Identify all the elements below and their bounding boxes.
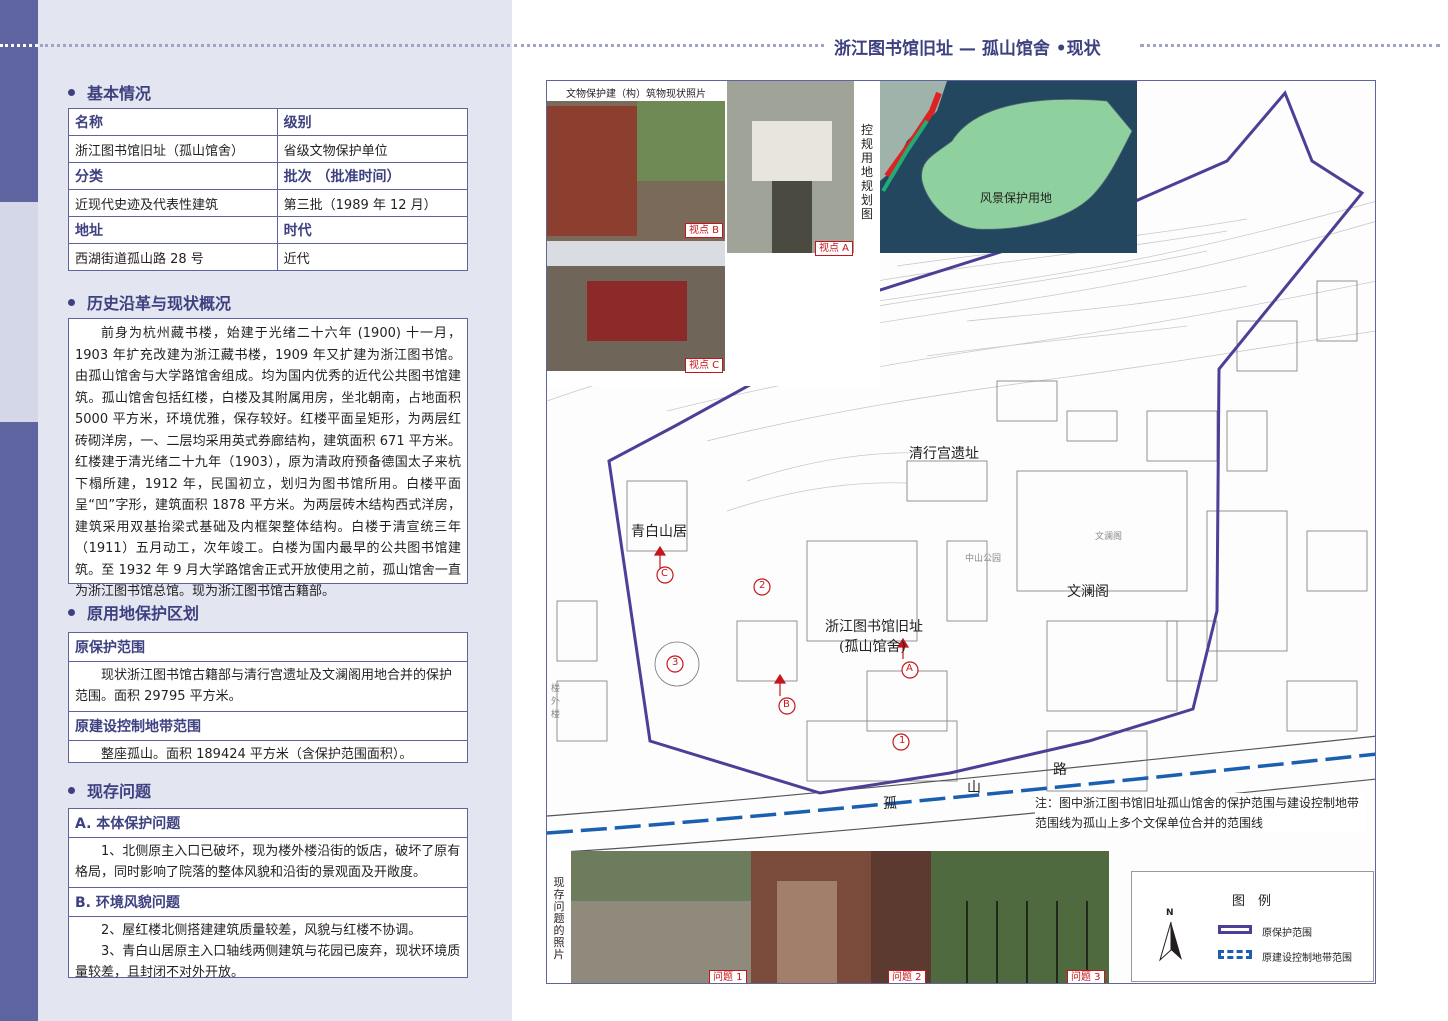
- north-letter: N: [1166, 908, 1174, 918]
- dot-rule-panel: [40, 44, 510, 47]
- section-problems-heading: 现存问题: [68, 778, 151, 802]
- page-title: 浙江图书馆旧址 — 孤山馆舍 •现状: [834, 39, 1101, 59]
- batch-value: 第三批（1989 年 12 月）: [276, 189, 469, 217]
- photo-p2-wall: [777, 881, 837, 983]
- photo-p2-brick: [871, 851, 931, 983]
- marker-a: A: [906, 663, 913, 674]
- name-header: 名称: [68, 108, 278, 136]
- dot-rule-title-right: [1140, 44, 1440, 47]
- bullet-icon: [68, 299, 75, 306]
- section-history-heading: 历史沿革与现状概况: [68, 290, 231, 314]
- problem-a-heading: A. 本体保护问题: [69, 809, 467, 838]
- photo-caption: 文物保护建（构）筑物现状照片: [566, 89, 706, 100]
- basic-info-table: 名称 级别 浙江图书馆旧址（孤山馆舍） 省级文物保护单位 分类 批次 （批准时间） 近…: [68, 108, 469, 271]
- photo-c-sky: [547, 241, 725, 266]
- legend-protection-swatch: [1218, 925, 1252, 934]
- history-box: 前身为杭州藏书楼，始建于光绪二十六年 (1900) 十一月，1903 年扩充改建…: [68, 318, 468, 599]
- problem-photo-label: 现存问题的照片: [553, 876, 565, 961]
- photo-a-facade: [752, 121, 832, 181]
- wenlan-label: 文澜阁: [1067, 584, 1109, 600]
- view-b-label: 视点 B: [685, 223, 724, 238]
- addr-value: 西湖街道孤山路 28 号: [68, 243, 278, 271]
- problem-1-label: 问题 1: [709, 970, 747, 983]
- control-heading: 原建设控制地带范围: [69, 712, 467, 741]
- control-text: 整座孤山。面积 189424 平方米（含保护范围面积）。: [101, 747, 413, 762]
- marker-1: 1: [899, 735, 906, 746]
- small-louwailou-label: 楼外楼: [551, 684, 561, 720]
- legend-control-swatch: [1218, 950, 1252, 959]
- site-label-main: 浙江图书馆旧址: [825, 619, 923, 635]
- era-value: 近代: [276, 243, 469, 271]
- level-header: 级别: [276, 108, 469, 136]
- legend-title: 图 例: [1232, 894, 1272, 909]
- problem-2-label: 问题 2: [888, 970, 926, 983]
- side-strip-top: [0, 0, 38, 202]
- scope-text: 现状浙江图书馆古籍部与清行宫遗址及文澜阁用地合并的保护范围。面积 29795 平…: [69, 662, 467, 712]
- marker-b: B: [783, 699, 790, 710]
- bullet-icon: [68, 609, 75, 616]
- small-zhongshan-label: 中山公园: [965, 554, 1002, 564]
- side-strip-middle: [0, 202, 38, 422]
- problem-b-heading: B. 环境风貌问题: [69, 888, 467, 917]
- site-map: 文物保护建（构）筑物现状照片 视点 B 视点 A 视点 C 控规用地规划图 风景…: [546, 80, 1376, 984]
- legend-protection-label: 原保护范围: [1262, 928, 1312, 939]
- qingbai-label: 青白山居: [631, 524, 687, 540]
- road-label-shan: 山: [967, 780, 981, 796]
- batch-header: 批次 （批准时间）: [276, 162, 469, 190]
- problem-a-text: 1、北侧原主入口已破坏，现为楼外楼沿街的饭店，破坏了原有格局，同时影响了院落的整…: [69, 838, 467, 888]
- table-row: 名称 级别: [68, 108, 469, 136]
- legend-control-label: 原建设控制地带范围: [1262, 953, 1352, 964]
- scenic-label: 风景保护用地: [980, 191, 1053, 205]
- site-label-sub: (孤山馆舍): [839, 639, 906, 655]
- view-a-label: 视点 A: [815, 241, 854, 256]
- name-value: 浙江图书馆旧址（孤山馆舍）: [68, 135, 278, 163]
- level-value: 省级文物保护单位: [276, 135, 469, 163]
- problems-box: A. 本体保护问题 1、北侧原主入口已破坏，现为楼外楼沿街的饭店，破坏了原有格局…: [68, 808, 468, 980]
- marker-circles: [656, 566, 919, 751]
- photo-b-redbrick: [547, 106, 637, 236]
- table-row: 近现代史迹及代表性建筑 第三批（1989 年 12 月）: [68, 189, 469, 217]
- scope-heading: 原保护范围: [69, 633, 467, 662]
- zoning-box: 原保护范围 现状浙江图书馆古籍部与清行宫遗址及文澜阁用地合并的保护范围。面积 2…: [68, 632, 468, 763]
- section-history-title: 历史沿革与现状概况: [87, 294, 232, 313]
- dot-rule-left: [0, 44, 38, 47]
- marker-c: C: [661, 568, 668, 579]
- qinggong-label: 清行宫遗址: [909, 446, 979, 462]
- type-header: 分类: [68, 162, 278, 190]
- table-row: 分类 批次 （批准时间）: [68, 162, 469, 190]
- table-row: 西湖街道孤山路 28 号近代: [68, 243, 469, 271]
- map-note: 注：图中浙江图书馆旧址孤山馆舍的保护范围与建设控制地带范围线为孤山上多个文保单位…: [1035, 793, 1365, 833]
- photo-a-door: [772, 181, 812, 253]
- bullet-icon: [68, 787, 75, 794]
- photo-b-tree: [637, 101, 725, 181]
- problem-b-text-1: 2、屋红楼北侧搭建建筑质量较差，风貌与红楼不协调。: [101, 923, 422, 938]
- table-row: 浙江图书馆旧址（孤山馆舍） 省级文物保护单位: [68, 135, 469, 163]
- north-arrow-icon: [1159, 921, 1182, 962]
- era-header: 时代: [276, 216, 469, 244]
- road-label-lu: 路: [1053, 762, 1067, 778]
- bullet-icon: [68, 89, 75, 96]
- map-legend: 图 例 N 原保护范围 原建设控制地带范围: [1131, 871, 1374, 982]
- section-zoning-title: 原用地保护区划: [87, 604, 200, 623]
- marker-3: 3: [672, 657, 679, 668]
- section-zoning-heading: 原用地保护区划: [68, 600, 199, 624]
- section-basic-title: 基本情况: [87, 84, 152, 103]
- view-c-label: 视点 C: [685, 358, 724, 373]
- small-wenlange-label: 文澜阁: [1095, 532, 1123, 542]
- photo-problem-3: [931, 851, 1109, 983]
- dot-rule-title-left: [514, 44, 824, 47]
- road-label-gu: 孤: [883, 796, 897, 812]
- section-basic-heading: 基本情况: [68, 80, 151, 104]
- side-strip-bottom: [0, 422, 38, 1021]
- addr-header: 地址: [68, 216, 278, 244]
- section-problems-title: 现存问题: [87, 782, 152, 801]
- photo-c-gate: [587, 281, 687, 341]
- history-text: 前身为杭州藏书楼，始建于光绪二十六年 (1900) 十一月，1903 年扩充改建…: [75, 326, 461, 599]
- problem-b-text-2: 3、青白山居原主入口轴线两侧建筑与花园已废弃，现状环境质量较差，且封闭不对外开放…: [75, 944, 461, 980]
- marker-2: 2: [759, 580, 766, 591]
- plan-label: 控规用地规划图: [860, 123, 873, 221]
- type-value: 近现代史迹及代表性建筑: [68, 189, 278, 217]
- table-row: 地址 时代: [68, 216, 469, 244]
- problem-3-label: 问题 3: [1067, 970, 1105, 983]
